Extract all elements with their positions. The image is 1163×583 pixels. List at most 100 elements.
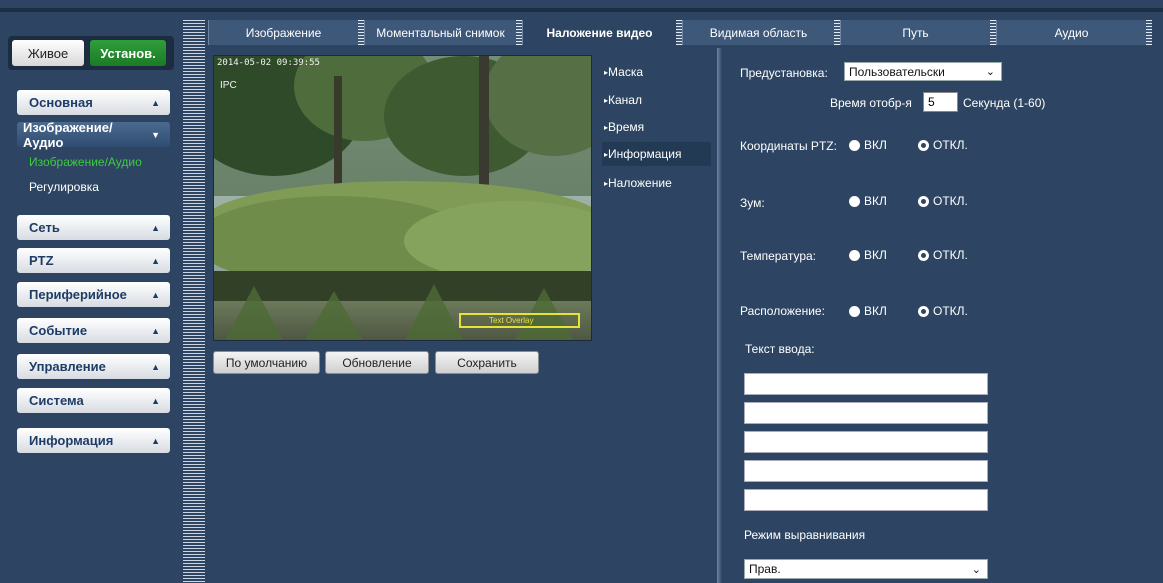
menu-info-label: Информация xyxy=(29,433,114,448)
overlay-menu-mask[interactable]: ▸ Маска xyxy=(602,60,711,84)
overlay-menu-label: Наложение xyxy=(608,176,672,190)
radio-label: ВКЛ xyxy=(864,304,887,318)
preset-select-value: Пользовательски xyxy=(849,64,945,79)
zoom-label: Зум: xyxy=(740,196,765,210)
caret-up-icon: ▲ xyxy=(151,255,160,266)
overlay-menu-overlay[interactable]: ▸ Наложение xyxy=(602,171,711,195)
menu-basic[interactable]: Основная ▲ xyxy=(17,90,170,115)
menu-ptz[interactable]: PTZ ▲ xyxy=(17,248,170,273)
radio-icon xyxy=(849,305,860,317)
menu-image-audio-label: Изображение/Аудио xyxy=(23,119,113,150)
caret-up-icon: ▲ xyxy=(151,97,160,108)
overlay-menu-label: Время xyxy=(608,120,645,134)
align-mode-label: Режим выравнивания xyxy=(744,528,866,542)
text-input-line-5[interactable] xyxy=(744,489,988,511)
radio-icon xyxy=(849,249,860,261)
caret-up-icon: ▲ xyxy=(151,395,160,406)
chevron-down-icon: ⌄ xyxy=(971,563,981,576)
overlay-menu-info[interactable]: ▸ Информация xyxy=(602,142,711,166)
text-input-label: Текст ввода: xyxy=(745,342,815,356)
ptz-coords-on-radio[interactable]: ВКЛ xyxy=(849,138,887,152)
mode-switcher: Живое Установ. xyxy=(8,36,174,70)
submenu-image-audio[interactable]: Изображение/Аудио xyxy=(29,155,142,169)
caret-up-icon: ▲ xyxy=(151,361,160,372)
radio-selected-icon xyxy=(918,305,929,317)
tab-bar: Изображение Моментальный снимок Наложени… xyxy=(208,20,1153,45)
menu-peripheral[interactable]: Периферийное ▲ xyxy=(17,282,170,307)
top-divider xyxy=(0,8,1163,12)
osd-timestamp: 2014-05-02 09:39:55 xyxy=(217,58,320,68)
video-preview[interactable]: 2014-05-02 09:39:55 IPC Text Overlay xyxy=(213,55,592,341)
osd-channel-name: IPC xyxy=(220,80,237,91)
overlay-menu-label: Канал xyxy=(608,93,642,107)
sidebar: Живое Установ. Основная ▲ Изображение/Ау… xyxy=(0,20,183,583)
tab-path[interactable]: Путь xyxy=(840,20,990,45)
ptz-coords-off-radio[interactable]: ОТКЛ. xyxy=(918,138,968,152)
menu-management[interactable]: Управление ▲ xyxy=(17,354,170,379)
menu-network[interactable]: Сеть ▲ xyxy=(17,215,170,240)
overlay-menu-channel[interactable]: ▸ Канал xyxy=(602,88,711,112)
display-time-unit: Секунда (1-60) xyxy=(963,96,1046,110)
refresh-button[interactable]: Обновление xyxy=(325,351,429,374)
menu-management-label: Управление xyxy=(29,359,106,374)
location-on-radio[interactable]: ВКЛ xyxy=(849,304,887,318)
overlay-menu-label: Маска xyxy=(608,65,644,79)
align-mode-value: Прав. xyxy=(749,562,781,576)
radio-label: ВКЛ xyxy=(864,248,887,262)
location-label: Расположение: xyxy=(740,304,825,318)
temperature-label: Температура: xyxy=(740,249,817,263)
temperature-on-radio[interactable]: ВКЛ xyxy=(849,248,887,262)
menu-info[interactable]: Информация ▲ xyxy=(17,428,170,453)
caret-up-icon: ▲ xyxy=(151,435,160,446)
temperature-off-radio[interactable]: ОТКЛ. xyxy=(918,248,968,262)
preset-select[interactable]: Пользовательски ⌄ xyxy=(844,62,1002,81)
tab-separator xyxy=(1146,20,1152,45)
setup-button[interactable]: Установ. xyxy=(90,40,166,66)
panel-divider xyxy=(717,48,722,583)
radio-selected-icon xyxy=(918,249,929,261)
text-input-line-4[interactable] xyxy=(744,460,988,482)
text-input-line-1[interactable] xyxy=(744,373,988,395)
caret-up-icon: ▲ xyxy=(151,289,160,300)
location-off-radio[interactable]: ОТКЛ. xyxy=(918,304,968,318)
overlay-menu-label: Информация xyxy=(608,147,682,161)
caret-up-icon: ▲ xyxy=(151,325,160,336)
menu-image-audio[interactable]: Изображение/Аудио ▼ xyxy=(17,119,170,150)
menu-event-label: Событие xyxy=(29,323,88,338)
menu-system-label: Система xyxy=(29,393,84,408)
ptz-coords-label: Координаты PTZ: xyxy=(740,139,837,153)
live-button[interactable]: Живое xyxy=(12,40,84,66)
text-input-line-3[interactable] xyxy=(744,431,988,453)
radio-selected-icon xyxy=(918,139,929,151)
tab-visible-area[interactable]: Видимая область xyxy=(682,20,834,45)
radio-label: ОТКЛ. xyxy=(933,248,968,262)
radio-icon xyxy=(849,195,860,207)
radio-label: ОТКЛ. xyxy=(933,304,968,318)
tab-audio[interactable]: Аудио xyxy=(996,20,1146,45)
display-time-input[interactable]: 5 xyxy=(923,92,958,112)
tab-snapshot[interactable]: Моментальный снимок xyxy=(364,20,516,45)
radio-label: ОТКЛ. xyxy=(933,138,968,152)
caret-up-icon: ▲ xyxy=(151,222,160,233)
default-button[interactable]: По умолчанию xyxy=(213,351,320,374)
tab-video-overlay[interactable]: Наложение видео xyxy=(522,20,676,45)
osd-text-overlay-box[interactable]: Text Overlay xyxy=(459,313,580,328)
menu-event[interactable]: Событие ▲ xyxy=(17,318,170,343)
sidebar-scroll-stripes xyxy=(183,20,205,583)
radio-label: ВКЛ xyxy=(864,138,887,152)
align-mode-select[interactable]: Прав. ⌄ xyxy=(744,559,988,579)
zoom-off-radio[interactable]: ОТКЛ. xyxy=(918,194,968,208)
radio-selected-icon xyxy=(918,195,929,207)
tab-image[interactable]: Изображение xyxy=(208,20,358,45)
submenu-adjust[interactable]: Регулировка xyxy=(29,180,99,194)
menu-network-label: Сеть xyxy=(29,220,60,235)
radio-label: ВКЛ xyxy=(864,194,887,208)
camera-scene-image xyxy=(214,56,591,340)
save-button[interactable]: Сохранить xyxy=(435,351,539,374)
chevron-down-icon: ⌄ xyxy=(985,66,995,78)
menu-peripheral-label: Периферийное xyxy=(29,287,127,302)
overlay-menu-time[interactable]: ▸ Время xyxy=(602,115,711,139)
text-input-line-2[interactable] xyxy=(744,402,988,424)
menu-system[interactable]: Система ▲ xyxy=(17,388,170,413)
zoom-on-radio[interactable]: ВКЛ xyxy=(849,194,887,208)
